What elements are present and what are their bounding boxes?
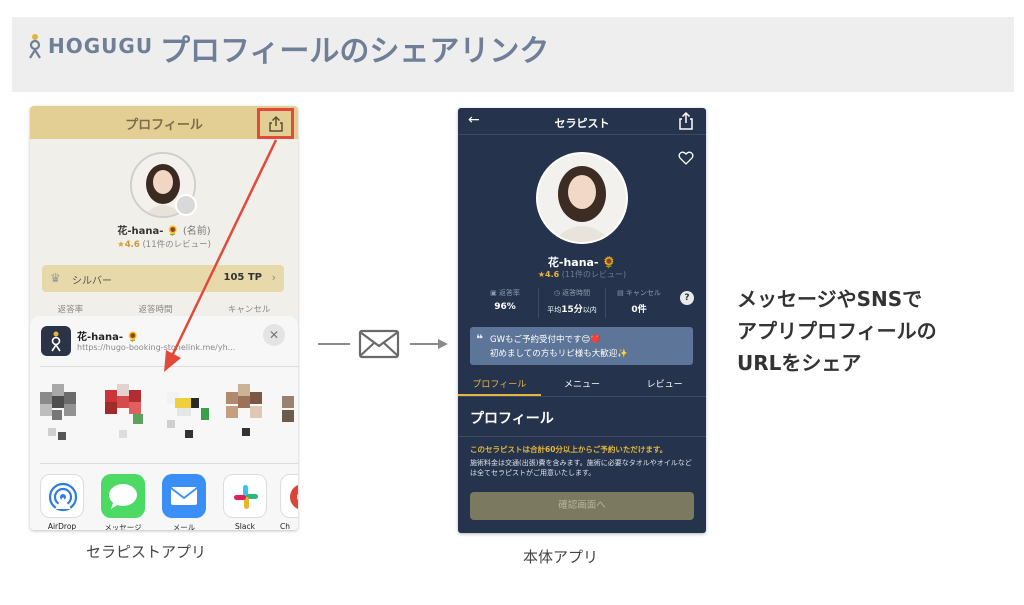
stat-response-time: ◷ 返答時間 平均15分以内: [539, 288, 606, 318]
therapist-avatar: [536, 152, 628, 244]
share-icon: [268, 115, 283, 132]
stats-row: ▣ 返答率 96% ◷ 返答時間 平均15分以内 ▤ キャンセル 0件: [472, 288, 672, 318]
share-app-chrome[interactable]: Ch: [280, 474, 298, 530]
crown-icon: ♛: [50, 271, 61, 285]
help-icon[interactable]: ?: [680, 291, 694, 305]
slack-icon: [223, 474, 267, 518]
section-title: プロフィール: [470, 411, 554, 427]
therapist-name: 花-hana- 🌻: [547, 256, 617, 269]
pointer-arrow: [164, 139, 278, 372]
share-app-label: メール: [172, 523, 196, 530]
tab-reviews[interactable]: レビュー: [623, 372, 706, 396]
mail-icon: [162, 474, 206, 518]
share-app-messages[interactable]: メッセージ: [100, 474, 146, 530]
share-flow: [318, 327, 448, 361]
stat-response-rate: ▣ 返答率 96%: [472, 288, 539, 318]
contact-suggestion[interactable]: [40, 384, 84, 442]
share-icon[interactable]: [678, 112, 694, 130]
tab-bar: プロフィール メニュー レビュー: [458, 372, 706, 396]
main-app-caption: 本体アプリ: [523, 548, 599, 566]
messages-icon: [101, 474, 145, 518]
booking-minimum-note: このセラピストは合計60分以上からご予約いただけます。: [470, 445, 668, 454]
share-button-highlighted[interactable]: [257, 108, 294, 139]
description: メッセージやSNSで アプリプロフィールの URLをシェア: [737, 287, 937, 375]
heart-icon[interactable]: [678, 151, 694, 165]
therapist-app-caption: セラピストアプリ: [86, 543, 207, 561]
share-app-slack[interactable]: Slack: [222, 474, 268, 530]
hogugu-logo: HOGUGU: [26, 32, 153, 60]
app-icon: [41, 326, 71, 356]
header-divider: [458, 134, 706, 135]
confirm-button[interactable]: 確認画面へ: [470, 492, 694, 520]
quote-icon: ❝: [476, 332, 484, 346]
screen-title: セラピスト: [554, 117, 610, 130]
therapist-message: ❝ GWもご予約受付中です😊❤️ 初めましての方もリピ様も大歓迎✨: [470, 327, 693, 365]
share-app-label: AirDrop: [47, 522, 77, 530]
page-title: プロフィールのシェアリンク: [160, 34, 550, 69]
share-app-label: Ch: [280, 522, 290, 530]
tab-menu[interactable]: メニュー: [541, 372, 624, 396]
share-app-airdrop[interactable]: AirDrop: [39, 474, 85, 530]
chrome-icon: [280, 474, 298, 518]
profile-body-text: 施術料金は交通(出張)費を含みます。施術に必要なタオルやオイルなどは全てセラピス…: [470, 459, 692, 477]
share-app-label: メッセージ: [104, 523, 142, 530]
logo-text: HOGUGU: [48, 34, 154, 58]
divider: [40, 463, 298, 464]
tab-divider: [458, 396, 706, 397]
share-sheet-title: 花-hana- 🌻: [77, 332, 139, 343]
section-divider: [458, 436, 706, 437]
tab-profile[interactable]: プロフィール: [458, 372, 541, 396]
contact-suggestion[interactable]: [105, 384, 149, 442]
contact-suggestion[interactable]: [226, 384, 270, 442]
stat-cancel: ▤ キャンセル 0件: [617, 289, 661, 315]
star-icon: ★: [537, 270, 546, 279]
share-app-label: Slack: [235, 522, 255, 530]
share-app-mail[interactable]: メール: [161, 474, 207, 530]
rank-label: シルバー: [72, 276, 112, 287]
contact-suggestion[interactable]: [167, 384, 211, 442]
contact-suggestion[interactable]: [282, 384, 298, 442]
hogugu-logo-icon: [26, 32, 44, 60]
airdrop-icon: [40, 474, 84, 518]
rating: ★4.6 (11件のレビュー): [537, 270, 627, 279]
star-icon: ★: [117, 240, 125, 250]
main-app-screen: ← セラピスト 花-hana- 🌻 ★4.6 (11件のレビュー) ▣ 返答率 …: [458, 108, 706, 533]
